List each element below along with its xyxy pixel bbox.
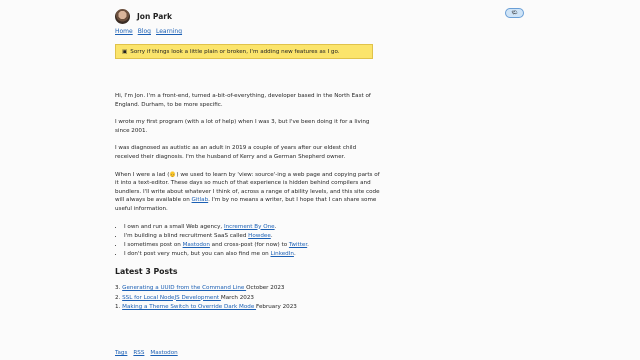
- post-link[interactable]: Generating a UUID from the Command Line: [122, 285, 246, 291]
- avatar: [115, 8, 130, 24]
- posts-heading: Latest 3 Posts: [115, 266, 178, 276]
- list-text: I don't post very much, but you can also…: [124, 251, 271, 258]
- intro-paragraph-3: I was diagnosed as autistic as an adult …: [115, 145, 357, 160]
- twitter-link[interactable]: Twitter: [289, 242, 307, 248]
- saas-abbr: SaaS: [214, 232, 228, 239]
- post-number: 3.: [115, 285, 121, 292]
- about-list: I own and run a small Web agency, Increm…: [115, 223, 380, 260]
- notice-icon: ▣: [122, 48, 128, 55]
- increment-by-one-link[interactable]: Increment By One: [224, 224, 275, 230]
- nav-learning-link[interactable]: Learning: [156, 28, 182, 35]
- posts-list: 3. Generating a UUID from the Command Li…: [115, 284, 380, 312]
- nav-blog-link[interactable]: Blog: [138, 28, 151, 35]
- list-text: I'm building a blind recruitment: [124, 232, 215, 239]
- list-text: called: [228, 232, 249, 239]
- post-link[interactable]: SSL for Local NodeJS Development: [122, 295, 221, 301]
- main-content: Hi, I'm Jon. I'm a front-end, turned a-b…: [115, 92, 380, 312]
- notice-banner: ▣ Sorry if things look a little plain or…: [115, 44, 373, 59]
- post-number: 2.: [115, 294, 121, 301]
- nav-home-link[interactable]: Home: [115, 28, 133, 35]
- list-text: I sometimes post on: [124, 242, 183, 249]
- list-text: I own and run a small Web agency,: [124, 223, 224, 230]
- footer-rss-link[interactable]: RSS: [133, 350, 144, 356]
- list-text: and cross-post (for now) to: [209, 242, 289, 249]
- list-text: .: [293, 251, 296, 258]
- notice-text: Sorry if things look a little plain or b…: [130, 48, 340, 55]
- gitlab-link[interactable]: Gitlab: [192, 197, 209, 203]
- list-item: I own and run a small Web agency, Increm…: [124, 223, 380, 232]
- site-footer: Tags RSS Mastodon: [115, 350, 178, 356]
- post-date: March 2023: [220, 294, 254, 301]
- list-text: .: [270, 232, 273, 239]
- post-item: 2. SSL for Local NodeJS Development Marc…: [115, 294, 380, 303]
- site-header: Jon Park: [115, 8, 172, 24]
- post-date: October 2023: [246, 285, 285, 292]
- mastodon-link[interactable]: Mastodon: [183, 242, 210, 248]
- linkedin-link[interactable]: LinkedIn: [270, 251, 293, 257]
- list-text: .: [307, 242, 309, 249]
- post-date: February 2023: [256, 303, 297, 310]
- intro-paragraph-4: When I were a lad (👴) we used to learn b…: [115, 171, 380, 214]
- footer-tags-link[interactable]: Tags: [115, 350, 127, 356]
- list-item: I don't post very much, but you can also…: [124, 250, 380, 259]
- list-item: I sometimes post on Mastodon and cross-p…: [124, 241, 380, 250]
- footer-mastodon-link[interactable]: Mastodon: [150, 350, 177, 356]
- post-link[interactable]: Making a Theme Switch to Override Dark M…: [122, 304, 256, 310]
- intro-paragraph-1: Hi, I'm Jon. I'm a front-end, turned a-b…: [115, 93, 371, 108]
- para-text: When I were a lad (: [115, 171, 170, 178]
- list-text: .: [274, 223, 277, 230]
- sun-cloud-icon: 🌤: [511, 10, 518, 16]
- main-nav: Home Blog Learning: [115, 28, 182, 35]
- post-number: 1.: [115, 303, 121, 310]
- intro-paragraph-2: I wrote my first program (with a lot of …: [115, 119, 370, 134]
- post-item: 1. Making a Theme Switch to Override Dar…: [115, 303, 380, 312]
- site-title: Jon Park: [137, 11, 172, 21]
- theme-toggle[interactable]: 🌤: [505, 8, 524, 18]
- list-item: I'm building a blind recruitment SaaS ca…: [124, 232, 380, 241]
- howdee-link[interactable]: Howdee: [248, 233, 271, 239]
- post-item: 3. Generating a UUID from the Command Li…: [115, 284, 380, 293]
